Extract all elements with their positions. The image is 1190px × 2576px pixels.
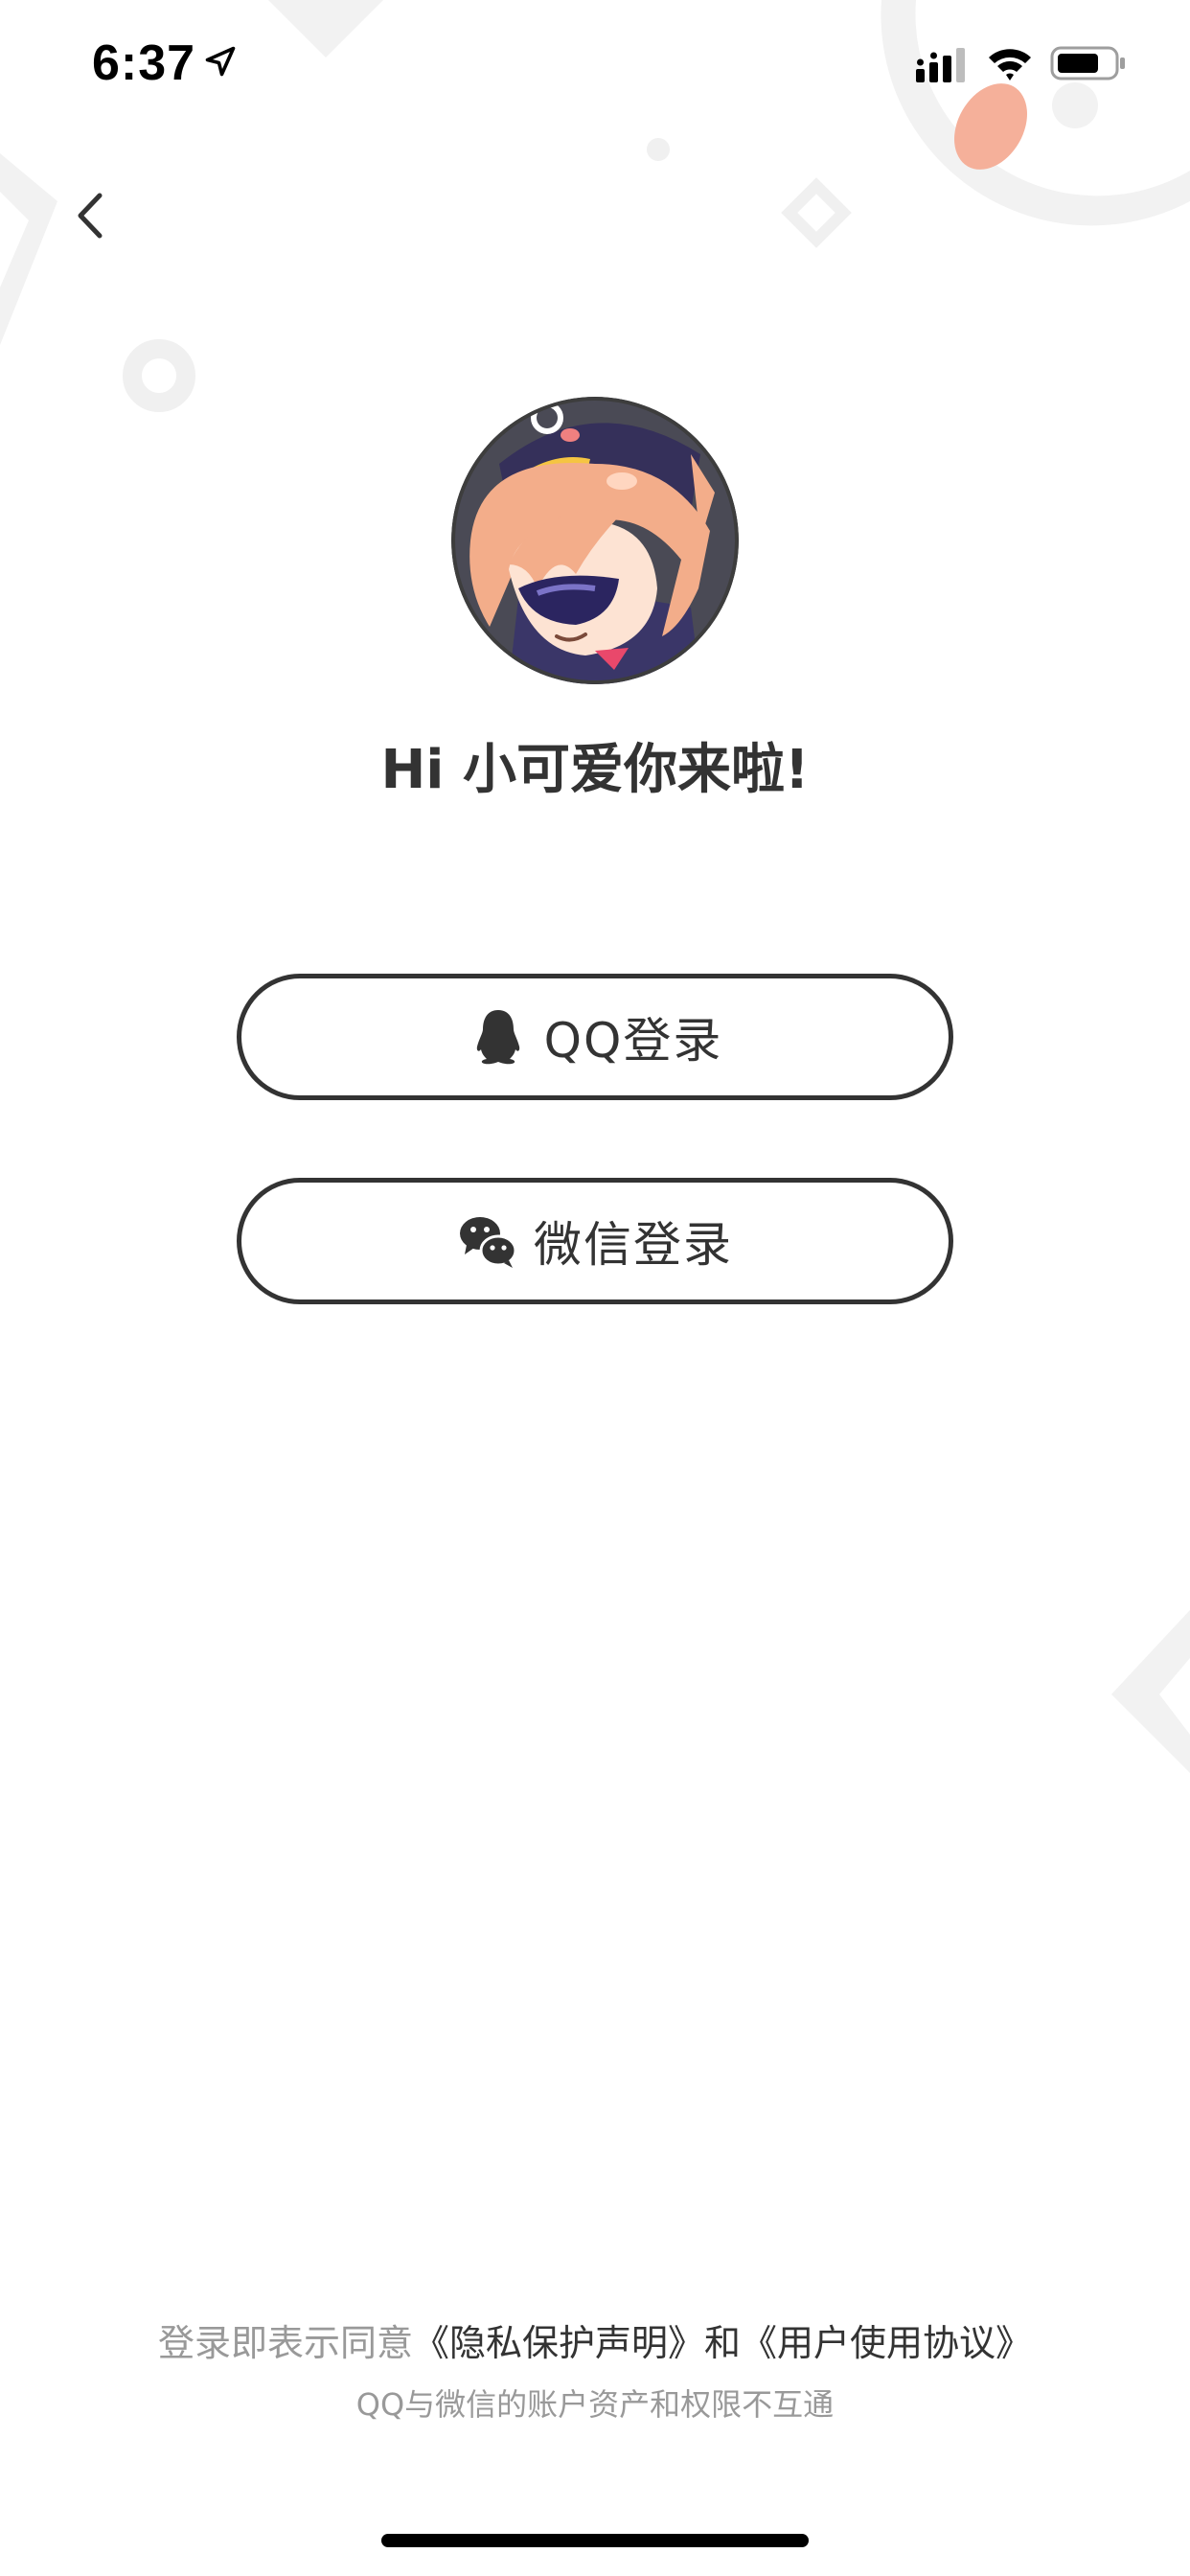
battery-icon (1050, 46, 1125, 80)
wifi-icon (989, 49, 1031, 80)
user-agreement-link[interactable]: 《用户使用协议》 (741, 2322, 1032, 2364)
home-indicator (381, 2534, 809, 2547)
greeting-text: Hi 小可爱你来啦! (380, 739, 810, 801)
wechat-login-button[interactable]: 微信登录 (237, 1178, 953, 1304)
avatar (451, 397, 739, 684)
cellular-signal-icon (916, 48, 965, 82)
status-time: 6:37 (92, 35, 196, 91)
login-screen: 6:37 Hi 小可爱你来啦! QQ登录 微信登录 登录即表示同意《隐私保护声明… (0, 0, 1190, 2576)
account-note: QQ与微信的账户资产和权限不互通 (355, 2386, 835, 2423)
legal-prefix: 登录即表示同意 (157, 2322, 413, 2364)
wechat-icon (460, 1217, 517, 1268)
legal-agreement-line: 登录即表示同意《隐私保护声明》和《用户使用协议》 (0, 2313, 1190, 2366)
chevron-left-icon (78, 193, 103, 239)
privacy-policy-link[interactable]: 《隐私保护声明》 (413, 2322, 704, 2364)
status-bar: 6:37 (0, 0, 1190, 126)
back-button[interactable] (57, 182, 125, 249)
location-arrow-icon (205, 46, 236, 77)
wechat-login-label: 微信登录 (534, 1217, 733, 1273)
avatar-illustration (451, 397, 739, 684)
qq-penguin-icon (476, 1010, 519, 1065)
qq-login-label: QQ登录 (543, 1013, 723, 1069)
qq-login-button[interactable]: QQ登录 (237, 974, 953, 1100)
legal-conjunction: 和 (704, 2322, 742, 2364)
